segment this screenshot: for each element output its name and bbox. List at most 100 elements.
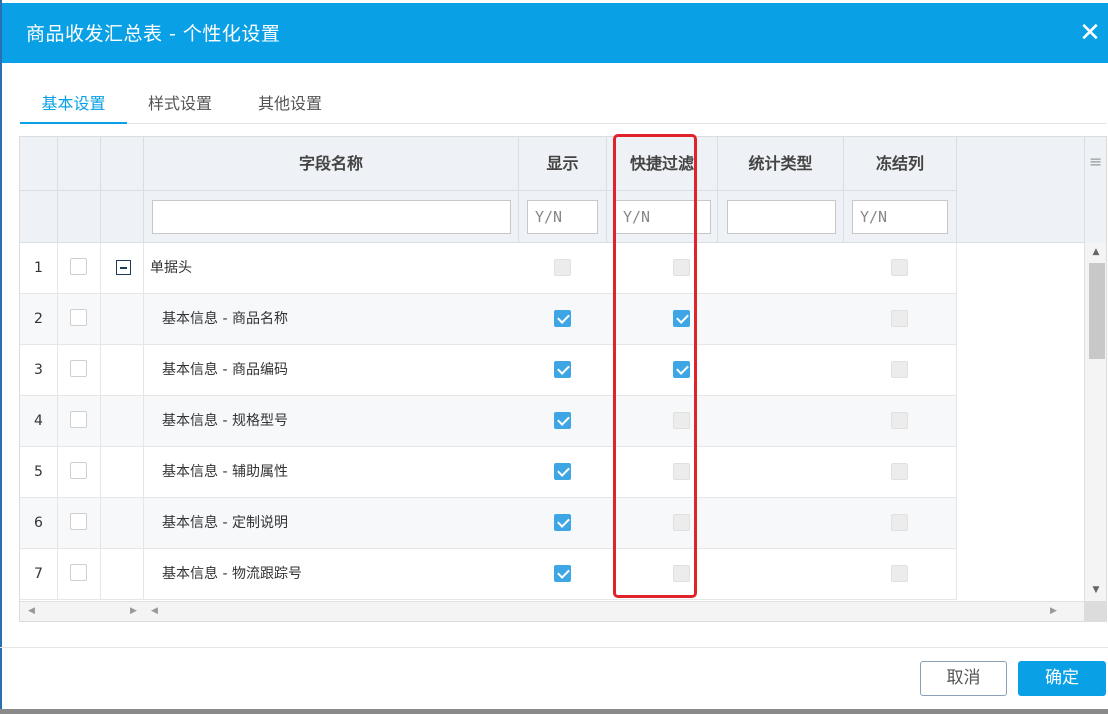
vertical-scroll-thumb[interactable] (1089, 263, 1105, 359)
display-checkbox[interactable] (554, 361, 571, 378)
confirm-button[interactable]: 确定 (1018, 661, 1106, 696)
row-select-checkbox[interactable] (70, 564, 87, 581)
row-number: 5 (20, 447, 58, 498)
row-tree-cell (101, 447, 144, 498)
freeze-filter-input[interactable]: Y/N (852, 200, 948, 234)
row-number: 3 (20, 345, 58, 396)
field-name: 单据头 (150, 260, 192, 276)
field-name: 基本信息 - 定制说明 (162, 515, 288, 531)
stat-type-filter-input[interactable] (727, 200, 836, 234)
scroll-left-icon[interactable]: ◀ (151, 606, 158, 616)
display-checkbox (554, 259, 571, 276)
grid-header: 字段名称 显示 快捷过滤 统计类型 冻结列 Y/N Y/N Y/N (20, 137, 1086, 243)
scrollbar-corner (1084, 601, 1106, 621)
row-select-cell (58, 294, 101, 345)
row-tree-cell (101, 549, 144, 600)
dialog-title: 商品收发汇总表 - 个性化设置 (26, 23, 281, 45)
scroll-left-icon[interactable]: ◀ (28, 606, 35, 616)
filter-cell-rownum (20, 191, 58, 243)
row-select-checkbox[interactable] (70, 411, 87, 428)
horizontal-scrollbar[interactable]: ◀ ▶ ◀ ▶ (20, 601, 1086, 621)
table-row[interactable]: 1 单据头 (20, 243, 957, 294)
freeze-checkbox (891, 259, 908, 276)
row-select-cell (58, 345, 101, 396)
quick-filter-cell (607, 345, 718, 396)
display-checkbox[interactable] (554, 565, 571, 582)
quick-filter-checkbox (673, 565, 690, 582)
row-select-checkbox[interactable] (70, 360, 87, 377)
display-cell (519, 243, 607, 294)
quick-filter-filter-input[interactable]: Y/N (615, 200, 711, 234)
row-number: 1 (20, 243, 58, 294)
display-checkbox[interactable] (554, 412, 571, 429)
field-name: 基本信息 - 商品编码 (162, 362, 288, 378)
table-row[interactable]: 7 基本信息 - 物流跟踪号 (20, 549, 957, 600)
row-tree-cell (101, 396, 144, 447)
tab-basic-settings[interactable]: 基本设置 (20, 90, 127, 124)
table-row[interactable]: 4 基本信息 - 规格型号 (20, 396, 957, 447)
quick-filter-cell (607, 396, 718, 447)
header-freeze[interactable]: 冻结列 (844, 137, 957, 191)
scroll-right-icon[interactable]: ▶ (130, 606, 137, 616)
quick-filter-cell (607, 498, 718, 549)
column-menu-area: ≡ (1084, 137, 1106, 243)
row-select-cell (58, 498, 101, 549)
table-row[interactable]: 2 基本信息 - 商品名称 (20, 294, 957, 345)
quick-filter-cell (607, 447, 718, 498)
scroll-up-icon[interactable]: ▲ (1091, 247, 1101, 257)
scroll-down-icon[interactable]: ▼ (1091, 585, 1101, 595)
collapse-icon[interactable] (116, 260, 131, 275)
freeze-cell (844, 243, 957, 294)
tab-other-settings[interactable]: 其他设置 (258, 90, 322, 124)
scroll-right-icon[interactable]: ▶ (1050, 606, 1057, 616)
quick-filter-checkbox[interactable] (673, 361, 690, 378)
row-tree-cell (101, 498, 144, 549)
header-stat-type[interactable]: 统计类型 (718, 137, 844, 191)
field-name: 基本信息 - 商品名称 (162, 311, 288, 327)
quick-filter-cell (607, 243, 718, 294)
freeze-cell (844, 498, 957, 549)
freeze-checkbox (891, 310, 908, 327)
quick-filter-checkbox (673, 463, 690, 480)
freeze-checkbox (891, 514, 908, 531)
display-checkbox[interactable] (554, 514, 571, 531)
row-tree-cell (101, 294, 144, 345)
filter-cell-tree (101, 191, 144, 243)
row-select-cell (58, 447, 101, 498)
header-rownum (20, 137, 58, 191)
vertical-scrollbar[interactable]: ▲ ▼ (1084, 243, 1106, 601)
close-icon[interactable]: ✕ (1076, 17, 1104, 49)
field-name: 基本信息 - 辅助属性 (162, 464, 288, 480)
row-tree-cell (101, 243, 144, 294)
row-number: 7 (20, 549, 58, 600)
filter-cell-quick-filter: Y/N (607, 191, 718, 243)
quick-filter-checkbox (673, 412, 690, 429)
tab-style-settings[interactable]: 样式设置 (148, 90, 212, 124)
row-number: 6 (20, 498, 58, 549)
grid-body: 1 单据头 2 基本信息 - 商品名称 3 基本信息 - 商品编码 4 基本信息… (20, 243, 1086, 601)
header-display[interactable]: 显示 (519, 137, 607, 191)
row-select-checkbox[interactable] (70, 513, 87, 530)
display-filter-input[interactable]: Y/N (527, 200, 598, 234)
header-field-name[interactable]: 字段名称 (144, 137, 519, 191)
row-select-checkbox[interactable] (70, 258, 87, 275)
column-menu-icon[interactable]: ≡ (1089, 154, 1103, 170)
quick-filter-checkbox[interactable] (673, 310, 690, 327)
settings-tabs: 基本设置 样式设置 其他设置 (20, 86, 1106, 124)
field-name-filter-input[interactable] (152, 200, 511, 234)
row-select-checkbox[interactable] (70, 462, 87, 479)
cancel-button[interactable]: 取消 (920, 661, 1007, 696)
table-row[interactable]: 5 基本信息 - 辅助属性 (20, 447, 957, 498)
display-checkbox[interactable] (554, 463, 571, 480)
window-edge (0, 0, 2, 714)
table-row[interactable]: 6 基本信息 - 定制说明 (20, 498, 957, 549)
table-row[interactable]: 3 基本信息 - 商品编码 (20, 345, 957, 396)
quick-filter-checkbox (673, 259, 690, 276)
row-select-cell (58, 549, 101, 600)
display-cell (519, 498, 607, 549)
freeze-checkbox (891, 412, 908, 429)
freeze-cell (844, 549, 957, 600)
row-select-checkbox[interactable] (70, 309, 87, 326)
display-checkbox[interactable] (554, 310, 571, 327)
header-quick-filter[interactable]: 快捷过滤 (607, 137, 718, 191)
